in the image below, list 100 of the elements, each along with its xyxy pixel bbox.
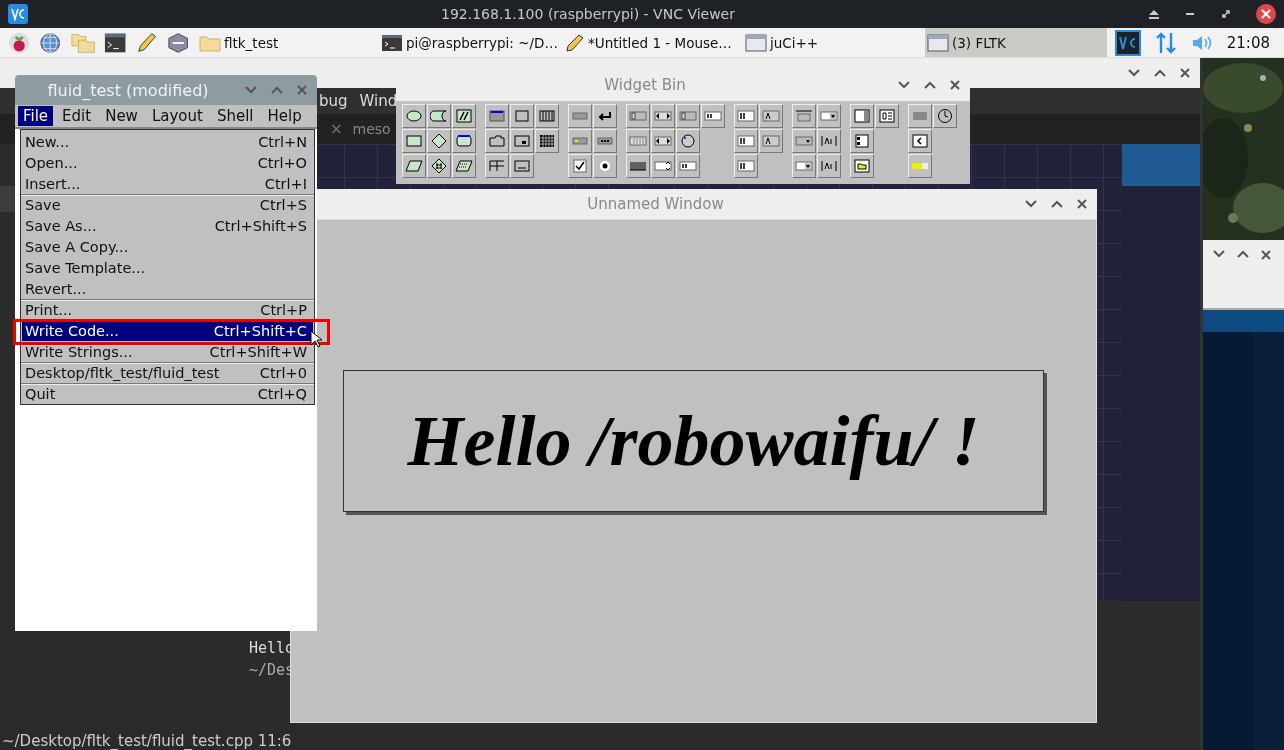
globe-icon[interactable] bbox=[39, 30, 62, 55]
widget-tool-button[interactable] bbox=[452, 154, 476, 178]
menu-item[interactable]: Write Strings... Ctrl+Shift+W bbox=[22, 341, 313, 362]
maximize-chevron-icon[interactable] bbox=[924, 81, 936, 89]
tab-close-button[interactable]: × bbox=[330, 120, 343, 138]
widget-tool-button[interactable] bbox=[908, 129, 932, 153]
arrows-icon bbox=[654, 108, 672, 124]
taskbar-button[interactable]: pi@raspberrypi: ~/D… bbox=[379, 28, 561, 57]
taskbar-button[interactable]: *Untitled 1 - Mouse… bbox=[561, 28, 743, 57]
minimize-chevron-icon[interactable] bbox=[1128, 69, 1140, 77]
taskbar-button[interactable]: (3) FLTK bbox=[925, 28, 1107, 57]
widget-tool-button[interactable] bbox=[535, 129, 559, 153]
widget-tool-button[interactable] bbox=[427, 154, 451, 178]
data-icon bbox=[455, 158, 473, 174]
widget-tool-button[interactable] bbox=[402, 154, 426, 178]
minimize-chevron-icon[interactable] bbox=[1213, 250, 1225, 258]
menu-item[interactable]: Insert... Ctrl+I bbox=[22, 173, 313, 194]
input-icon bbox=[737, 158, 755, 174]
widget-tool-button[interactable] bbox=[676, 129, 700, 153]
widget-tool-button[interactable] bbox=[568, 154, 592, 178]
menu-item[interactable]: Save As... Ctrl+Shift+S bbox=[22, 215, 313, 236]
widget-tool-button[interactable] bbox=[452, 104, 476, 128]
widget-tool-button[interactable] bbox=[593, 154, 617, 178]
maximize-chevron-icon[interactable] bbox=[1154, 69, 1166, 77]
minimize-chevron-icon[interactable] bbox=[245, 86, 257, 94]
widget-tool-button[interactable] bbox=[933, 104, 957, 128]
menu-item[interactable]: Quit Ctrl+Q bbox=[22, 383, 313, 404]
widget-tool-button[interactable] bbox=[850, 129, 874, 153]
widget-tool-button[interactable] bbox=[734, 129, 758, 153]
menu-item[interactable]: Help bbox=[262, 106, 307, 126]
menu-item[interactable]: Revert... bbox=[22, 278, 313, 299]
minimize-chevron-icon[interactable] bbox=[898, 81, 910, 89]
widget-tool-button[interactable] bbox=[485, 104, 509, 128]
close-icon[interactable] bbox=[1261, 250, 1271, 260]
dial-icon bbox=[679, 133, 697, 149]
diamond-icon bbox=[430, 133, 448, 149]
eject-icon[interactable] bbox=[1148, 9, 1160, 19]
terminal-icon[interactable] bbox=[103, 31, 127, 54]
tab-icon bbox=[430, 108, 448, 124]
widget-tool-button[interactable] bbox=[452, 129, 476, 153]
menu-item[interactable]: Print... Ctrl+P bbox=[22, 299, 313, 320]
maximize-chevron-icon[interactable] bbox=[271, 86, 283, 94]
menu-item[interactable]: File bbox=[18, 106, 54, 126]
file-tab[interactable]: meso bbox=[352, 121, 391, 137]
widget-tool-button[interactable] bbox=[734, 154, 758, 178]
text-icon bbox=[820, 133, 838, 149]
close-icon[interactable] bbox=[950, 80, 960, 90]
menu-item[interactable]: New bbox=[100, 106, 143, 126]
output-icon bbox=[762, 133, 780, 149]
menu-item[interactable]: Wind bbox=[359, 92, 398, 110]
widget-tool-button[interactable] bbox=[875, 104, 899, 128]
taskbar-button[interactable]: juCi++ bbox=[743, 28, 925, 57]
menu-item[interactable]: bug bbox=[319, 92, 348, 110]
vnc-icon[interactable] bbox=[1114, 29, 1141, 56]
widget-tool-button[interactable] bbox=[593, 129, 617, 153]
maximize-chevron-icon[interactable] bbox=[1237, 250, 1249, 258]
scrollbar-icon bbox=[629, 133, 647, 149]
menu-item[interactable]: Shell bbox=[211, 106, 259, 126]
raspberry-icon[interactable] bbox=[8, 30, 31, 55]
widget-tool-button[interactable] bbox=[593, 104, 617, 128]
hash-icon bbox=[430, 158, 448, 174]
menu-item[interactable]: Write Code... Ctrl+Shift+C bbox=[22, 320, 313, 341]
arrows-icon bbox=[654, 133, 672, 149]
close-icon[interactable] bbox=[1077, 199, 1087, 209]
film-icon bbox=[853, 133, 871, 149]
pencil-icon[interactable] bbox=[135, 30, 158, 55]
restore-icon[interactable] bbox=[1220, 8, 1232, 20]
widget-tool-button[interactable] bbox=[427, 104, 451, 128]
widget-tool-button[interactable] bbox=[402, 104, 426, 128]
menu-item[interactable]: Save A Copy... bbox=[22, 236, 313, 257]
oval-icon bbox=[405, 108, 423, 124]
menu-item[interactable]: New... Ctrl+N bbox=[22, 131, 313, 152]
menu-item[interactable]: Open... Ctrl+O bbox=[22, 152, 313, 173]
file-icon bbox=[853, 158, 871, 174]
menu-item[interactable]: Edit bbox=[57, 106, 97, 126]
menu-item[interactable]: Layout bbox=[146, 106, 208, 126]
widget-tool-button[interactable] bbox=[850, 154, 874, 178]
menu-item[interactable]: Save Ctrl+S bbox=[22, 194, 313, 215]
widget-tool-button[interactable] bbox=[651, 104, 675, 128]
close-icon[interactable] bbox=[1180, 68, 1190, 78]
widget-tool-button[interactable] bbox=[427, 129, 451, 153]
widget-tool-button[interactable] bbox=[817, 154, 841, 178]
columns-icon bbox=[538, 108, 556, 124]
network-arrows-icon[interactable] bbox=[1154, 30, 1177, 55]
maximize-chevron-icon[interactable] bbox=[1051, 200, 1063, 208]
menu-item[interactable]: Save Template... bbox=[22, 257, 313, 278]
menu-item[interactable]: Desktop/fltk_test/fluid_test Ctrl+0 bbox=[22, 362, 313, 383]
widget-tool-button[interactable] bbox=[817, 129, 841, 153]
widget-tool-button[interactable] bbox=[701, 104, 725, 128]
widget-tool-button[interactable] bbox=[734, 104, 758, 128]
minimize-chevron-icon[interactable] bbox=[1025, 200, 1037, 208]
widget-tool-button[interactable] bbox=[626, 154, 650, 178]
widget-tool-button[interactable] bbox=[850, 104, 874, 128]
widget-tool-button[interactable] bbox=[510, 129, 534, 153]
tile-icon bbox=[488, 158, 506, 174]
widget-tool-button[interactable] bbox=[651, 129, 675, 153]
close-icon[interactable] bbox=[1256, 4, 1276, 24]
widget-tool-button[interactable] bbox=[535, 104, 559, 128]
taskbar-button[interactable]: fltk_test bbox=[197, 28, 379, 57]
widget-tool-button[interactable] bbox=[676, 154, 700, 178]
